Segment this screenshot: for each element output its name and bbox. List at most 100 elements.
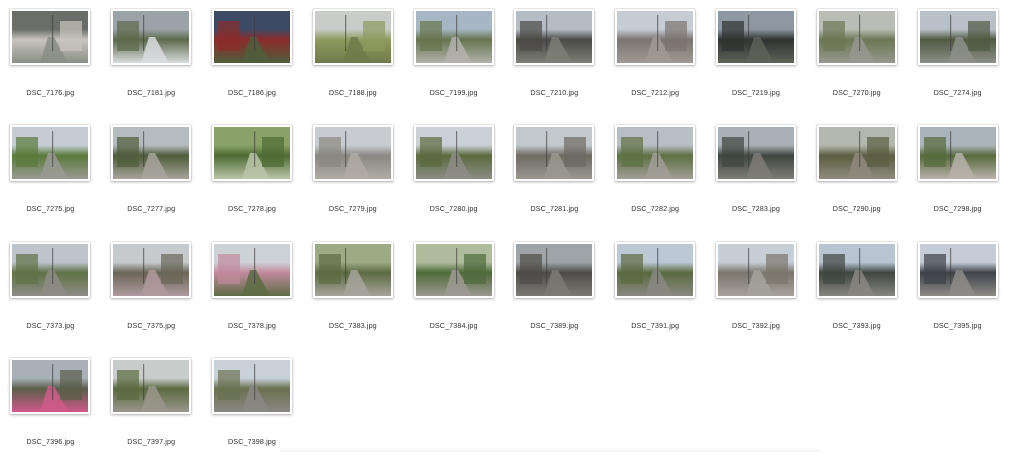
file-item[interactable]: DSC_7176.jpg [0, 0, 101, 116]
photo-thumbnail[interactable] [314, 127, 391, 180]
photo-thumbnail[interactable] [113, 359, 190, 412]
file-item[interactable]: DSC_7277.jpg [101, 116, 202, 232]
file-name-label[interactable]: DSC_7188.jpg [329, 88, 377, 97]
photo-thumbnail[interactable] [213, 11, 290, 63]
thumbnail-frame[interactable] [10, 9, 91, 65]
thumbnail-frame[interactable] [413, 241, 494, 298]
file-name-label[interactable]: DSC_7210.jpg [530, 88, 578, 97]
file-item[interactable]: DSC_7188.jpg [302, 0, 403, 116]
thumbnail-frame[interactable] [211, 125, 292, 182]
thumbnail-frame[interactable] [312, 241, 393, 298]
thumbnail-frame[interactable] [312, 9, 393, 65]
file-name-label[interactable]: DSC_7395.jpg [934, 321, 982, 330]
file-item[interactable]: DSC_7280.jpg [403, 116, 504, 232]
file-name-label[interactable]: DSC_7398.jpg [228, 437, 276, 446]
file-item[interactable]: DSC_7298.jpg [907, 116, 1008, 232]
photo-thumbnail[interactable] [617, 243, 694, 296]
thumbnail-frame[interactable] [10, 125, 91, 182]
file-item[interactable]: DSC_7392.jpg [706, 233, 807, 349]
file-item[interactable]: DSC_7279.jpg [302, 116, 403, 232]
thumbnail-frame[interactable] [816, 125, 897, 182]
thumbnail-frame[interactable] [917, 241, 998, 298]
thumbnail-frame[interactable] [211, 9, 292, 65]
file-item[interactable]: DSC_7275.jpg [0, 116, 101, 232]
file-name-label[interactable]: DSC_7393.jpg [833, 321, 881, 330]
file-item[interactable]: DSC_7396.jpg [0, 349, 101, 465]
photo-thumbnail[interactable] [818, 243, 895, 296]
thumbnail-frame[interactable] [111, 9, 192, 65]
thumbnail-frame[interactable] [211, 241, 292, 298]
photo-thumbnail[interactable] [516, 243, 593, 296]
file-item[interactable]: DSC_7282.jpg [605, 116, 706, 232]
thumbnail-frame[interactable] [514, 241, 595, 298]
file-item[interactable]: DSC_7186.jpg [202, 0, 303, 116]
thumbnail-frame[interactable] [917, 125, 998, 182]
thumbnail-frame[interactable] [211, 357, 292, 414]
photo-thumbnail[interactable] [314, 243, 391, 296]
photo-thumbnail[interactable] [213, 127, 290, 180]
photo-thumbnail[interactable] [617, 11, 694, 63]
file-item[interactable]: DSC_7378.jpg [202, 233, 303, 349]
file-item[interactable]: DSC_7389.jpg [504, 233, 605, 349]
file-item[interactable]: DSC_7393.jpg [806, 233, 907, 349]
photo-thumbnail[interactable] [717, 243, 794, 296]
thumbnail-frame[interactable] [816, 9, 897, 65]
file-name-label[interactable]: DSC_7279.jpg [329, 204, 377, 213]
file-item[interactable]: DSC_7397.jpg [101, 349, 202, 465]
file-name-label[interactable]: DSC_7277.jpg [127, 204, 175, 213]
thumbnail-frame[interactable] [10, 357, 91, 414]
thumbnail-frame[interactable] [10, 241, 91, 298]
photo-thumbnail[interactable] [617, 127, 694, 180]
file-name-label[interactable]: DSC_7283.jpg [732, 204, 780, 213]
thumbnail-frame[interactable] [413, 9, 494, 65]
file-name-label[interactable]: DSC_7298.jpg [934, 204, 982, 213]
file-name-label[interactable]: DSC_7389.jpg [530, 321, 578, 330]
file-item[interactable]: DSC_7281.jpg [504, 116, 605, 232]
file-name-label[interactable]: DSC_7383.jpg [329, 321, 377, 330]
file-item[interactable]: DSC_7274.jpg [907, 0, 1008, 116]
file-name-label[interactable]: DSC_7397.jpg [127, 437, 175, 446]
photo-thumbnail[interactable] [113, 127, 190, 180]
file-item[interactable]: DSC_7375.jpg [101, 233, 202, 349]
thumbnail-frame[interactable] [413, 125, 494, 182]
file-item[interactable]: DSC_7290.jpg [806, 116, 907, 232]
file-item[interactable]: DSC_7212.jpg [605, 0, 706, 116]
photo-thumbnail[interactable] [12, 359, 89, 412]
photo-thumbnail[interactable] [415, 243, 492, 296]
file-name-label[interactable]: DSC_7396.jpg [26, 437, 74, 446]
file-name-label[interactable]: DSC_7278.jpg [228, 204, 276, 213]
photo-thumbnail[interactable] [818, 127, 895, 180]
thumbnail-frame[interactable] [312, 125, 393, 182]
photo-thumbnail[interactable] [717, 11, 794, 63]
photo-thumbnail[interactable] [113, 11, 190, 63]
file-name-label[interactable]: DSC_7290.jpg [833, 204, 881, 213]
photo-thumbnail[interactable] [919, 11, 996, 63]
file-item[interactable]: DSC_7210.jpg [504, 0, 605, 116]
photo-thumbnail[interactable] [12, 11, 89, 63]
photo-thumbnail[interactable] [919, 127, 996, 180]
photo-thumbnail[interactable] [818, 11, 895, 63]
thumbnail-frame[interactable] [514, 9, 595, 65]
thumbnail-frame[interactable] [615, 241, 696, 298]
file-name-label[interactable]: DSC_7378.jpg [228, 321, 276, 330]
file-name-label[interactable]: DSC_7373.jpg [26, 321, 74, 330]
photo-thumbnail[interactable] [516, 11, 593, 63]
file-item[interactable]: DSC_7219.jpg [706, 0, 807, 116]
thumbnail-frame[interactable] [715, 9, 796, 65]
photo-thumbnail[interactable] [516, 127, 593, 180]
file-name-label[interactable]: DSC_7275.jpg [26, 204, 74, 213]
file-name-label[interactable]: DSC_7212.jpg [631, 88, 679, 97]
file-item[interactable]: DSC_7373.jpg [0, 233, 101, 349]
photo-thumbnail[interactable] [213, 243, 290, 296]
file-name-label[interactable]: DSC_7274.jpg [934, 88, 982, 97]
photo-thumbnail[interactable] [717, 127, 794, 180]
file-item[interactable]: DSC_7181.jpg [101, 0, 202, 116]
file-item[interactable]: DSC_7395.jpg [907, 233, 1008, 349]
file-name-label[interactable]: DSC_7280.jpg [430, 204, 478, 213]
photo-thumbnail[interactable] [12, 243, 89, 296]
file-name-label[interactable]: DSC_7282.jpg [631, 204, 679, 213]
file-name-label[interactable]: DSC_7375.jpg [127, 321, 175, 330]
thumbnail-frame[interactable] [615, 125, 696, 182]
file-item[interactable]: DSC_7199.jpg [403, 0, 504, 116]
file-item[interactable]: DSC_7283.jpg [706, 116, 807, 232]
